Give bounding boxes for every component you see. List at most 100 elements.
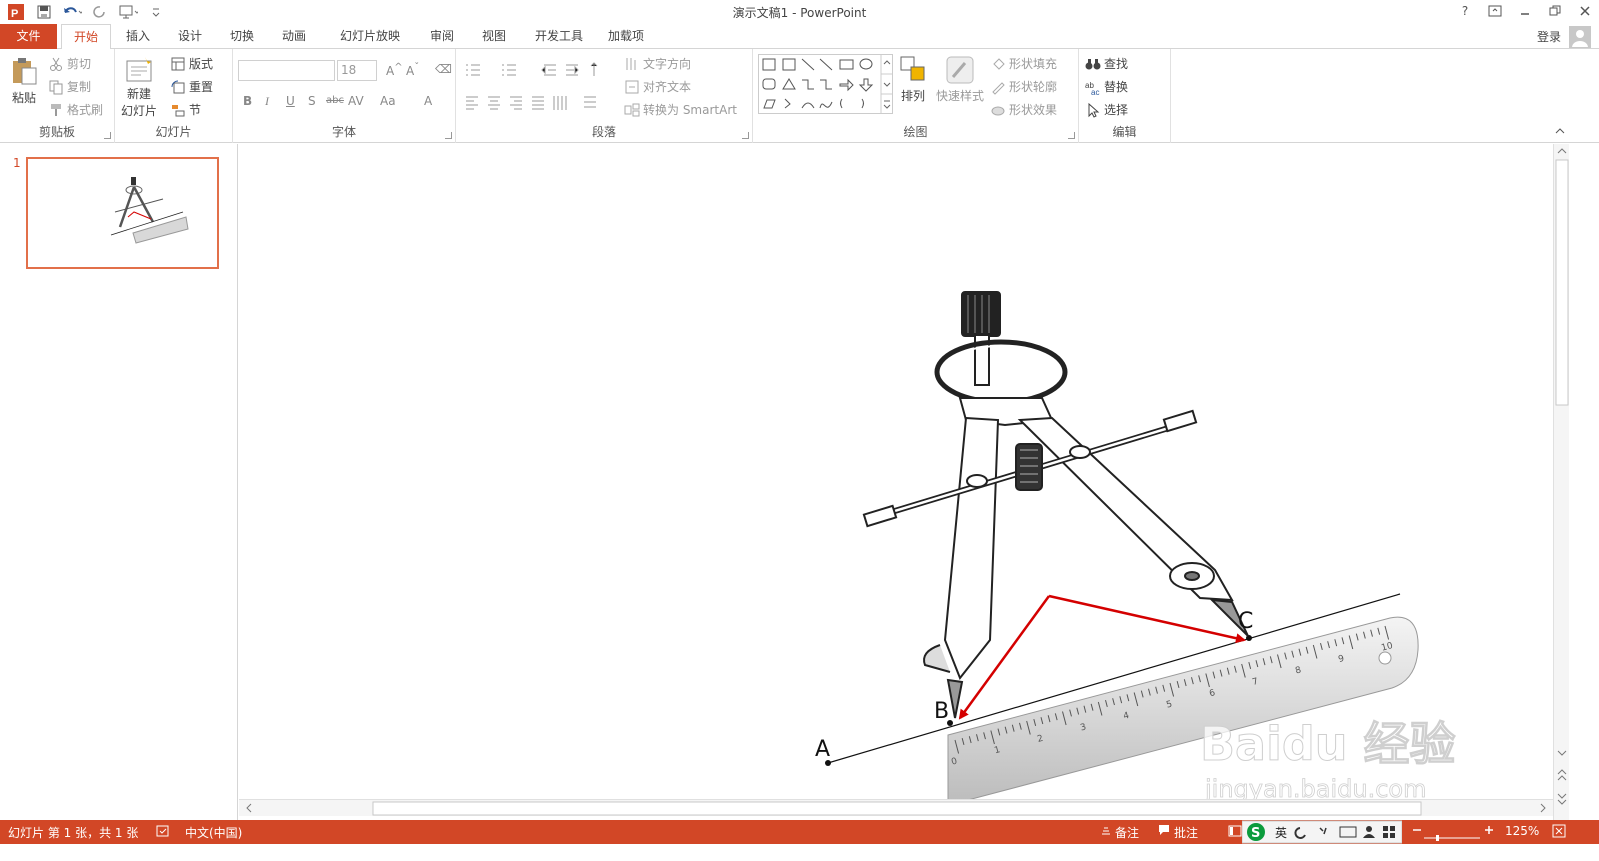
tab-transitions[interactable]: 切换 [220, 24, 264, 49]
tab-slideshow[interactable]: 幻灯片放映 [330, 24, 410, 49]
convert-smartart-button[interactable]: 转换为 SmartArt [624, 101, 737, 118]
shape-effects-label: 形状效果 [1009, 103, 1058, 117]
shapes-gallery[interactable] [758, 54, 893, 114]
horizontal-scroll-thumb[interactable] [372, 801, 1422, 816]
font-name-combo[interactable] [238, 60, 335, 81]
grow-font-icon[interactable]: A^ [386, 62, 403, 78]
tab-design[interactable]: 设计 [168, 24, 212, 49]
strikethrough-button[interactable]: abc [326, 95, 344, 106]
tab-file[interactable]: 文件 [0, 24, 57, 49]
zoom-level[interactable]: 125% [1505, 824, 1539, 838]
select-label: 选择 [1104, 103, 1129, 117]
new-slide-button[interactable]: 新建 幻灯片 [121, 55, 157, 119]
format-painter-icon [51, 103, 61, 116]
ribbon-tabs: 文件 开始 插入 设计 切换 动画 幻灯片放映 审阅 视图 开发工具 加载项 [0, 24, 1599, 50]
language-indicator[interactable]: 中文(中国) [185, 824, 242, 841]
normal-view-icon[interactable] [1228, 824, 1242, 841]
copy-icon [49, 80, 63, 94]
ime-language-label[interactable]: 英 [1275, 824, 1287, 841]
drawing-launcher-icon[interactable] [1068, 132, 1075, 139]
cursor-icon [1088, 102, 1100, 118]
change-case-button[interactable]: Aa [380, 94, 396, 108]
comments-button[interactable]: 批注 [1174, 824, 1198, 841]
new-slide-label-line2: 幻灯片 [121, 104, 158, 118]
zoom-in-icon[interactable] [1484, 824, 1494, 839]
align-text-button[interactable]: 对齐文本 [624, 78, 691, 95]
collapse-ribbon-icon[interactable] [1555, 124, 1565, 138]
shadow-button[interactable]: S [308, 94, 316, 108]
tab-developer[interactable]: 开发工具 [528, 24, 590, 49]
layout-label: 版式 [189, 57, 214, 71]
tab-insert[interactable]: 插入 [116, 24, 160, 49]
tab-view[interactable]: 视图 [472, 24, 516, 49]
select-button[interactable]: 选择 [1085, 101, 1128, 118]
quick-styles-button[interactable]: 快速样式 [936, 55, 984, 104]
window-title: 演示文稿1 - PowerPoint [732, 6, 867, 20]
paste-button[interactable]: 粘贴 [8, 55, 40, 106]
minimize-icon[interactable] [1517, 2, 1533, 20]
notes-button[interactable]: 备注 [1115, 824, 1139, 841]
slide-canvas: 012345678910 A B C Baidu 经验 jingyan.baid… [815, 291, 1456, 799]
zoom-slider[interactable] [1424, 830, 1480, 844]
ribbon-display-options-icon[interactable] [1487, 2, 1503, 20]
notes-icon[interactable] [1100, 824, 1112, 839]
fit-to-window-icon[interactable] [1552, 824, 1566, 841]
character-spacing-button[interactable]: AV [348, 94, 364, 108]
help-icon[interactable]: ? [1457, 2, 1473, 20]
arrange-button[interactable]: 排列 [899, 55, 927, 104]
sign-in-link[interactable]: 登录 [1537, 28, 1561, 45]
clipboard-launcher-icon[interactable] [104, 132, 111, 139]
replace-button[interactable]: ab ac 替换 [1085, 78, 1128, 95]
format-painter-label: 格式刷 [67, 103, 104, 117]
reset-button[interactable]: 重置 [170, 78, 213, 95]
section-button[interactable]: 节 [170, 101, 201, 118]
tab-review[interactable]: 审阅 [420, 24, 464, 49]
paragraph-group-label: 段落 [591, 125, 616, 139]
comments-icon[interactable] [1158, 824, 1170, 839]
clipboard-group-label: 剪贴板 [38, 125, 75, 139]
slide-editor[interactable]: 0 1 2 3 4 5 6 7 8 9 10 A B C Baidu 经验 ji… [239, 144, 1553, 799]
horizontal-scrollbar[interactable] [239, 799, 1553, 816]
paste-icon [13, 58, 37, 85]
text-direction-icon [626, 57, 636, 70]
smartart-label: 转换为 SmartArt [643, 103, 737, 117]
spell-check-icon[interactable] [156, 824, 170, 841]
scissors-icon [50, 57, 62, 71]
avatar[interactable] [1569, 26, 1591, 48]
copy-button[interactable]: 复制 [48, 78, 91, 95]
find-button[interactable]: 查找 [1085, 55, 1128, 72]
restore-icon[interactable] [1547, 2, 1563, 20]
shape-effects-button[interactable]: 形状效果 [990, 101, 1057, 118]
bold-button[interactable]: B [243, 94, 252, 108]
slide-thumbnail[interactable] [26, 157, 219, 269]
layout-icon [171, 57, 185, 70]
vertical-scroll-thumb[interactable] [1555, 159, 1569, 406]
close-icon[interactable] [1577, 2, 1593, 20]
tab-animations[interactable]: 动画 [272, 24, 316, 49]
zoom-out-icon[interactable] [1412, 824, 1422, 839]
italic-button[interactable]: I [265, 94, 269, 109]
shape-outline-button[interactable]: 形状轮廓 [990, 78, 1057, 95]
thumbnail-preview [110, 177, 189, 244]
bottom-strip [0, 844, 1599, 861]
shrink-font-icon[interactable]: Aˇ [406, 62, 419, 78]
font-color-button[interactable]: A [424, 94, 432, 108]
cut-button[interactable]: 剪切 [48, 55, 91, 72]
slide-info: 幻灯片 第 1 张，共 1 张 [8, 826, 139, 840]
paragraph-launcher-icon[interactable] [742, 132, 749, 139]
section-label: 节 [189, 103, 202, 117]
shape-effects-icon [991, 106, 1005, 115]
shape-fill-button[interactable]: 形状填充 [990, 55, 1057, 72]
clear-formatting-icon[interactable]: ⌫ [435, 62, 452, 76]
text-direction-button[interactable]: 文字方向 [624, 55, 691, 72]
font-launcher-icon[interactable] [445, 132, 452, 139]
steel-ruler: 012345678910 [947, 616, 1419, 799]
font-size-combo[interactable]: 18 [337, 60, 377, 81]
vertical-scrollbar[interactable] [1553, 144, 1569, 820]
underline-button[interactable]: U [286, 94, 295, 108]
format-painter-button[interactable]: 格式刷 [48, 101, 103, 118]
tab-addins[interactable]: 加载项 [600, 24, 652, 49]
tab-home[interactable]: 开始 [61, 24, 111, 50]
quick-styles-label: 快速样式 [936, 89, 985, 103]
layout-button[interactable]: 版式 [170, 55, 213, 72]
